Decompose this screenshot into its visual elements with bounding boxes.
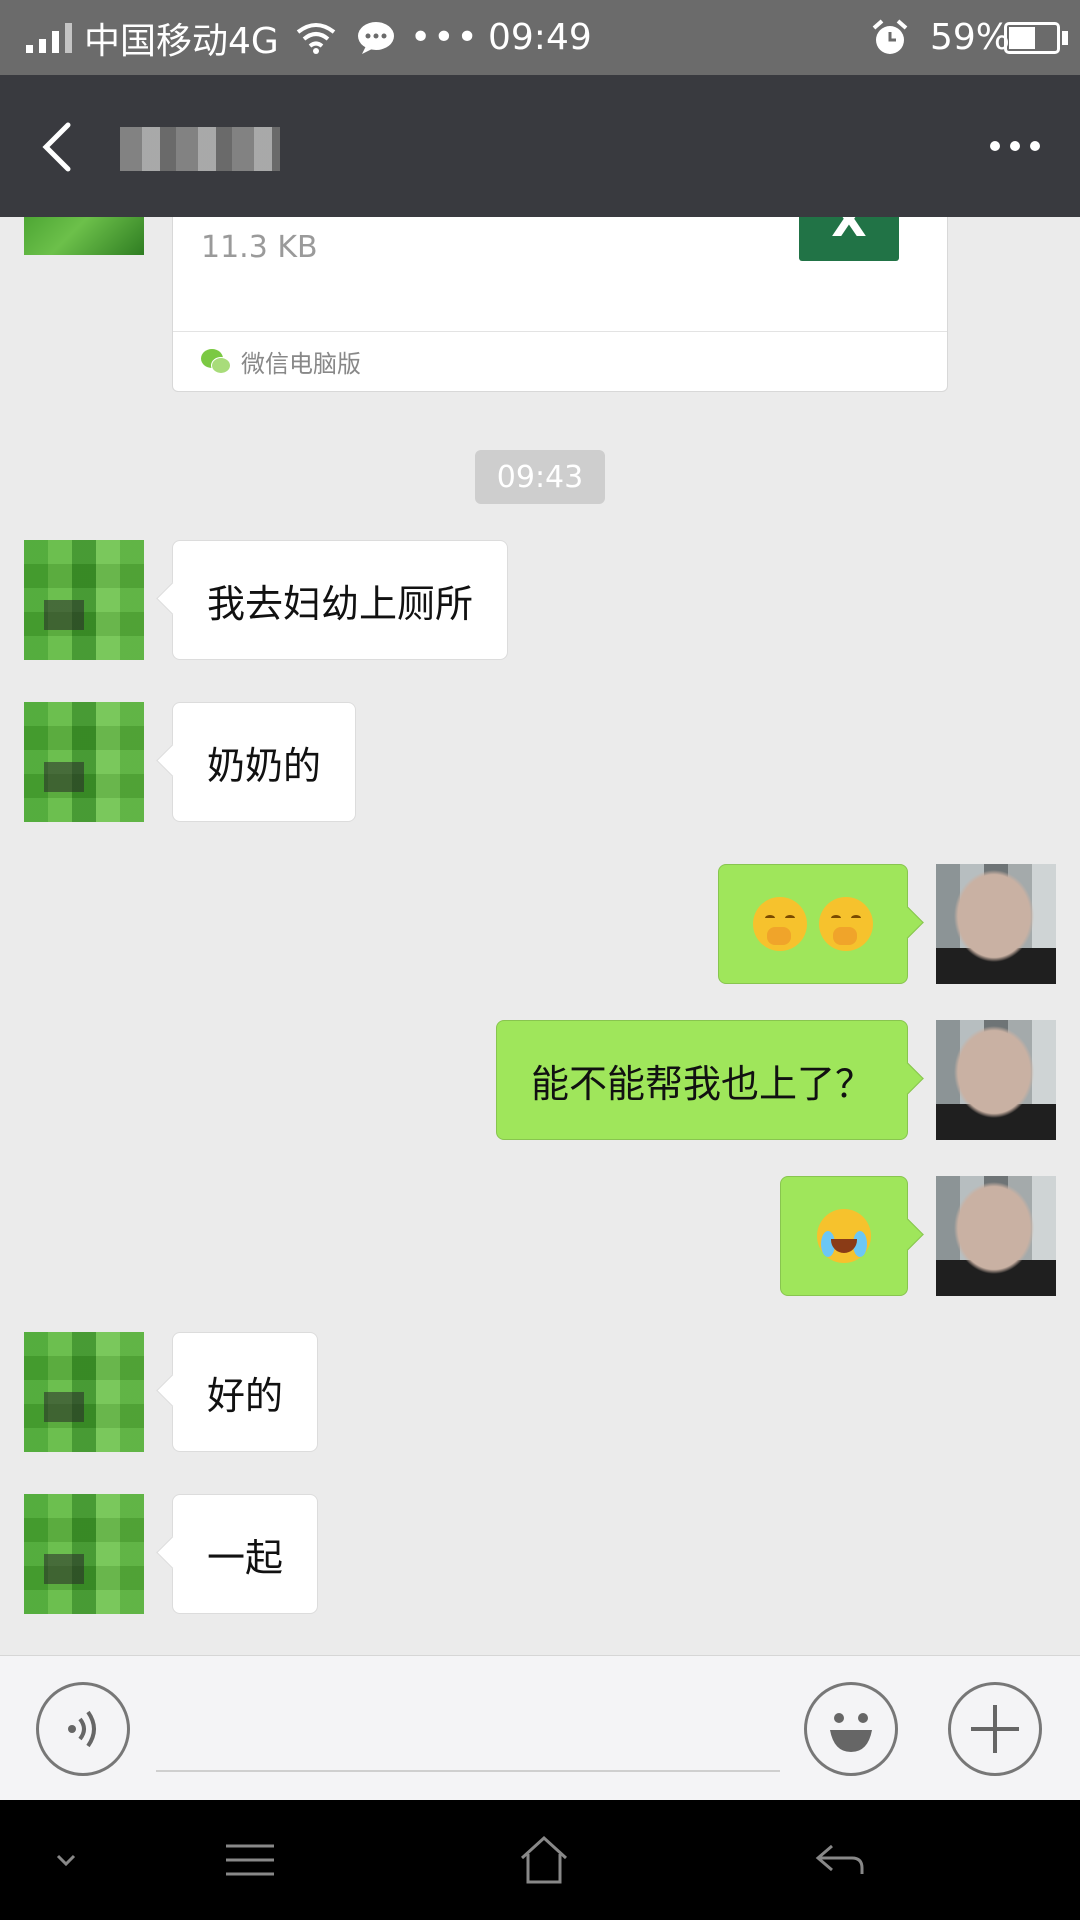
contact-avatar[interactable] xyxy=(24,1494,144,1614)
message-text: 我去妇幼上厕所 xyxy=(207,581,474,626)
message-input[interactable] xyxy=(156,1688,780,1772)
message-notification-icon xyxy=(356,0,396,75)
contact-name xyxy=(120,127,280,171)
wechat-icon xyxy=(201,348,231,375)
file-source-label: 微信电脑版 xyxy=(241,350,361,378)
contact-avatar[interactable] xyxy=(24,1332,144,1452)
plus-icon[interactable] xyxy=(948,1682,1042,1776)
message-bubble-received[interactable]: 我去妇幼上厕所 xyxy=(172,540,509,660)
more-notifications: ••• xyxy=(410,17,480,58)
my-avatar[interactable] xyxy=(936,1020,1056,1140)
status-time: 09:49 xyxy=(488,17,592,58)
carrier-label: 中国移动4G xyxy=(84,20,279,62)
message-text: 能不能帮我也上了？ xyxy=(530,1061,873,1106)
excel-file-icon: X xyxy=(799,217,899,261)
chat-header xyxy=(0,75,1080,217)
menu-icon[interactable] xyxy=(220,1830,280,1890)
message-bubble-received[interactable]: 好的 xyxy=(172,1332,319,1452)
message-text: 一起 xyxy=(207,1535,284,1580)
my-avatar[interactable] xyxy=(936,864,1056,984)
message-text: 奶奶的 xyxy=(207,743,322,788)
system-nav-bar xyxy=(0,1800,1080,1920)
home-icon[interactable] xyxy=(514,1830,574,1890)
message-bubble-sent[interactable]: 能不能帮我也上了？ xyxy=(495,1020,908,1140)
contact-avatar[interactable] xyxy=(24,217,144,255)
chevron-left-icon[interactable] xyxy=(38,119,78,175)
more-dots-icon[interactable] xyxy=(990,131,1040,161)
back-icon[interactable] xyxy=(810,1830,870,1890)
contact-avatar[interactable] xyxy=(24,702,144,822)
file-message-card[interactable]: 11.3 KB X 微信电脑版 xyxy=(172,217,948,392)
status-bar: 中国移动4G ••• 09:49 59% xyxy=(0,0,1080,75)
signal-icon xyxy=(26,0,72,75)
message-bubble-sent[interactable] xyxy=(780,1176,908,1296)
message-bubble-sent[interactable] xyxy=(718,864,908,984)
chat-timestamp: 09:43 xyxy=(475,450,605,504)
chevron-down-icon[interactable] xyxy=(36,1830,96,1890)
message-input-bar xyxy=(0,1655,1080,1800)
hand-over-mouth-emoji-icon xyxy=(819,897,873,951)
loudly-crying-face-emoji-icon xyxy=(817,1209,871,1263)
message-bubble-received[interactable]: 奶奶的 xyxy=(172,702,357,822)
hand-over-mouth-emoji-icon xyxy=(753,897,807,951)
battery-percent: 59% xyxy=(930,17,1011,58)
message-bubble-received[interactable]: 一起 xyxy=(172,1494,319,1614)
battery-icon xyxy=(1004,0,1068,75)
alarm-icon xyxy=(870,0,910,75)
emoji-icon[interactable] xyxy=(804,1682,898,1776)
chat-area[interactable]: 11.3 KB X 微信电脑版 09:43 我去妇幼上厕所 奶奶的 能不能帮我也… xyxy=(0,217,1080,1655)
message-text: 好的 xyxy=(207,1373,284,1418)
voice-icon[interactable] xyxy=(36,1682,130,1776)
wifi-icon xyxy=(296,0,336,75)
my-avatar[interactable] xyxy=(936,1176,1056,1296)
file-size: 11.3 KB xyxy=(201,230,318,265)
contact-avatar[interactable] xyxy=(24,540,144,660)
file-source-footer: 微信电脑版 xyxy=(173,331,947,391)
